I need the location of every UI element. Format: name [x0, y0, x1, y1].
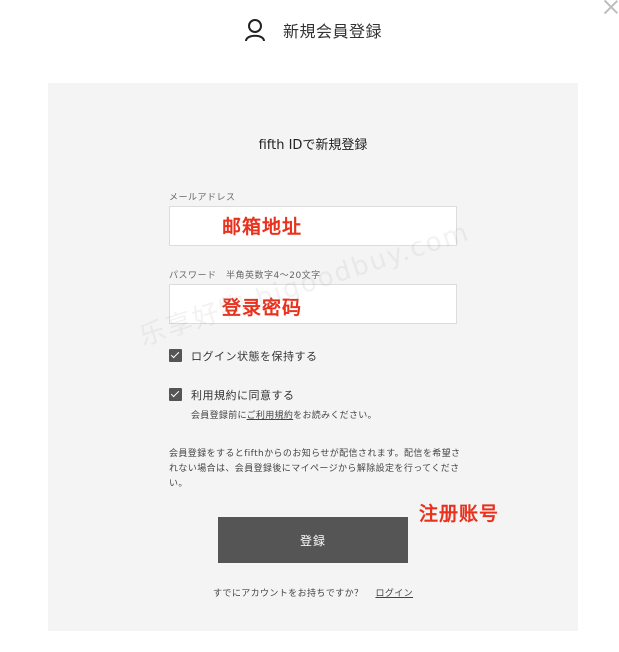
terms-link[interactable]: ご利用規約 — [247, 411, 294, 421]
signup-hint-annotation: 注册账号 — [419, 503, 500, 525]
keep-login-label[interactable]: ログイン状態を保持する — [191, 348, 318, 364]
header: 新規会員登録 — [0, 14, 619, 46]
login-prompt-text: すでにアカウントをお持ちですか？ — [212, 589, 364, 599]
form-title: fifth IDで新規登録 — [258, 138, 368, 153]
close-icon[interactable] — [604, 0, 618, 14]
email-hint-annotation: 邮箱地址 — [222, 216, 303, 238]
user-icon — [245, 19, 265, 42]
terms-note-prefix: 会員登録前に — [191, 411, 247, 421]
page-title: 新規会員登録 — [283, 22, 383, 41]
registration-panel: fifth IDで新規登録 メールアドレス 邮箱地址 パスワード 半角英数字4〜… — [48, 83, 578, 631]
notice-text: 会員登録をするとfifthからのお知らせが配信されます。配信を希望されない場合は… — [169, 449, 461, 489]
register-button[interactable]: 登録 — [218, 517, 408, 563]
terms-note-suffix: をお読みください。 — [293, 411, 377, 421]
keep-login-checkbox[interactable] — [169, 349, 182, 362]
login-link[interactable]: ログイン — [375, 589, 413, 599]
terms-note: 会員登録前にご利用規約をお読みください。 — [191, 408, 377, 421]
email-label: メールアドレス — [169, 193, 236, 203]
terms-checkbox[interactable] — [169, 388, 182, 401]
terms-label[interactable]: 利用規約に同意する — [191, 387, 295, 403]
login-prompt: すでにアカウントをお持ちですか？ ログイン — [48, 586, 578, 599]
